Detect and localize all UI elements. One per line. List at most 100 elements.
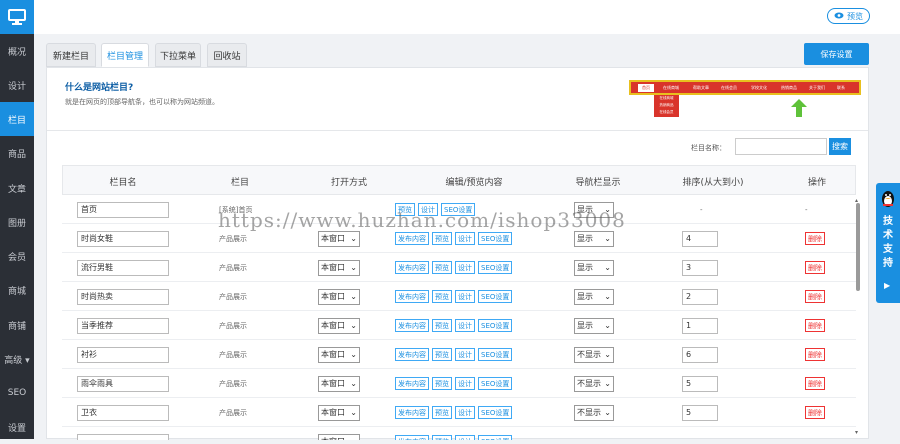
cell-nav-display: 不显示 ⌄: [574, 398, 614, 427]
open-mode-select[interactable]: 本窗口⌄: [318, 433, 360, 440]
nav-display-select[interactable]: 显示 ⌄: [574, 288, 614, 305]
column-name-input[interactable]: 雨伞雨具: [77, 375, 169, 392]
delete-button[interactable]: 删除: [805, 377, 825, 390]
sidebar-item-3[interactable]: 商品: [0, 136, 34, 170]
eye-icon: [834, 12, 844, 21]
column-name-input[interactable]: 时尚热卖: [77, 288, 169, 305]
action-2-button[interactable]: 设计: [455, 348, 475, 361]
sidebar-item-1[interactable]: 设计: [0, 68, 34, 102]
delete-button[interactable]: 删除: [805, 319, 825, 332]
action-2-button[interactable]: 设计: [455, 261, 475, 274]
column-name-input[interactable]: 首页: [77, 201, 169, 218]
action-1-button[interactable]: 预览: [432, 377, 452, 390]
delete-button[interactable]: 删除: [805, 261, 825, 274]
action-2-button[interactable]: 设计: [455, 319, 475, 332]
action-0-button[interactable]: 发布内容: [395, 232, 429, 245]
column-name-input[interactable]: 衬衫: [77, 346, 169, 363]
action-3-button[interactable]: SEO设置: [478, 377, 513, 390]
tab-1[interactable]: 栏目管理: [101, 43, 149, 67]
column-name-input[interactable]: 时尚女鞋: [77, 230, 169, 247]
order-input[interactable]: 3: [682, 259, 718, 276]
action-2-button[interactable]: 设计: [455, 290, 475, 303]
action-1-button[interactable]: 预览: [432, 319, 452, 332]
action-2-button[interactable]: 设计: [455, 406, 475, 419]
action-0-button[interactable]: 预览: [395, 203, 415, 216]
open-mode-select[interactable]: 本窗口⌄: [318, 230, 360, 247]
tab-2[interactable]: 下拉菜单: [155, 43, 201, 67]
sidebar-item-6[interactable]: 会员: [0, 239, 34, 273]
action-3-button[interactable]: SEO设置: [478, 435, 513, 440]
search-input[interactable]: [735, 138, 827, 155]
open-mode-select[interactable]: 本窗口⌄: [318, 375, 360, 392]
monitor-logo-icon[interactable]: [0, 0, 34, 34]
column-name-input[interactable]: 流行男鞋: [77, 259, 169, 276]
delete-button[interactable]: 删除: [805, 290, 825, 303]
action-1-button[interactable]: 预览: [432, 406, 452, 419]
action-3-button[interactable]: SEO设置: [478, 261, 513, 274]
action-1-button[interactable]: 预览: [432, 261, 452, 274]
action-0-button[interactable]: 发布内容: [395, 261, 429, 274]
preview-button[interactable]: 预览: [827, 8, 870, 24]
action-0-button[interactable]: 发布内容: [395, 435, 429, 440]
action-2-button[interactable]: SEO设置: [441, 203, 476, 216]
column-name-input[interactable]: 当季推荐: [77, 317, 169, 334]
action-1-button[interactable]: 预览: [432, 435, 452, 440]
action-1-button[interactable]: 设计: [418, 203, 438, 216]
nav-display-select[interactable]: 显示 ⌄: [574, 259, 614, 276]
search-button[interactable]: 搜索: [829, 138, 851, 155]
nav-display-select[interactable]: 显示 ⌄: [574, 201, 614, 218]
nav-display-select[interactable]: 显示 ⌄: [574, 230, 614, 247]
column-name-input[interactable]: [77, 433, 169, 440]
action-0-button[interactable]: 发布内容: [395, 406, 429, 419]
order-input[interactable]: 5: [682, 375, 718, 392]
table-scrollbar[interactable]: ▴ ▾: [855, 197, 861, 439]
order-input[interactable]: 4: [682, 230, 718, 247]
action-1-button[interactable]: 预览: [432, 290, 452, 303]
scroll-down-icon[interactable]: ▾: [855, 429, 858, 436]
open-mode-select[interactable]: 本窗口⌄: [318, 288, 360, 305]
open-mode-select[interactable]: 本窗口⌄: [318, 404, 360, 421]
delete-button[interactable]: 删除: [805, 406, 825, 419]
sidebar-item-9[interactable]: 高级 ▾: [0, 342, 34, 376]
delete-button[interactable]: 删除: [805, 348, 825, 361]
action-2-button[interactable]: 设计: [455, 377, 475, 390]
tech-support-tab[interactable]: 技术支持 ▶: [876, 183, 900, 303]
open-mode-select[interactable]: 本窗口⌄: [318, 317, 360, 334]
save-settings-button[interactable]: 保存设置: [804, 43, 869, 65]
open-mode-select[interactable]: 本窗口⌄: [318, 346, 360, 363]
tab-3[interactable]: 回收站: [207, 43, 247, 67]
action-3-button[interactable]: SEO设置: [478, 319, 513, 332]
action-1-button[interactable]: 预览: [432, 348, 452, 361]
nav-display-select[interactable]: 不显示 ⌄: [574, 346, 614, 363]
sidebar-item-2[interactable]: 栏目: [0, 102, 34, 136]
column-name-input[interactable]: 卫衣: [77, 404, 169, 421]
action-3-button[interactable]: SEO设置: [478, 348, 513, 361]
sidebar-item-8[interactable]: 商铺: [0, 308, 34, 342]
order-input[interactable]: 2: [682, 288, 718, 305]
action-0-button[interactable]: 发布内容: [395, 290, 429, 303]
tab-0[interactable]: 新建栏目: [46, 43, 96, 67]
action-0-button[interactable]: 发布内容: [395, 319, 429, 332]
sidebar-item-10[interactable]: SEO: [0, 376, 34, 410]
nav-display-select[interactable]: 不显示 ⌄: [574, 375, 614, 392]
sidebar-item-5[interactable]: 图册: [0, 205, 34, 239]
action-2-button[interactable]: 设计: [455, 435, 475, 440]
action-3-button[interactable]: SEO设置: [478, 290, 513, 303]
action-3-button[interactable]: SEO设置: [478, 232, 513, 245]
nav-display-select[interactable]: 不显示 ⌄: [574, 404, 614, 421]
action-1-button[interactable]: 预览: [432, 232, 452, 245]
order-input[interactable]: 5: [682, 404, 718, 421]
sidebar-item-0[interactable]: 概况: [0, 34, 34, 68]
sidebar-item-4[interactable]: 文章: [0, 171, 34, 205]
sidebar-item-7[interactable]: 商城: [0, 273, 34, 307]
action-0-button[interactable]: 发布内容: [395, 377, 429, 390]
order-input[interactable]: 1: [682, 317, 718, 334]
action-3-button[interactable]: SEO设置: [478, 406, 513, 419]
action-2-button[interactable]: 设计: [455, 232, 475, 245]
action-0-button[interactable]: 发布内容: [395, 348, 429, 361]
order-input[interactable]: 6: [682, 346, 718, 363]
open-mode-select[interactable]: 本窗口⌄: [318, 259, 360, 276]
delete-button[interactable]: 删除: [805, 232, 825, 245]
scrollbar-thumb[interactable]: [856, 203, 860, 291]
nav-display-select[interactable]: 显示 ⌄: [574, 317, 614, 334]
